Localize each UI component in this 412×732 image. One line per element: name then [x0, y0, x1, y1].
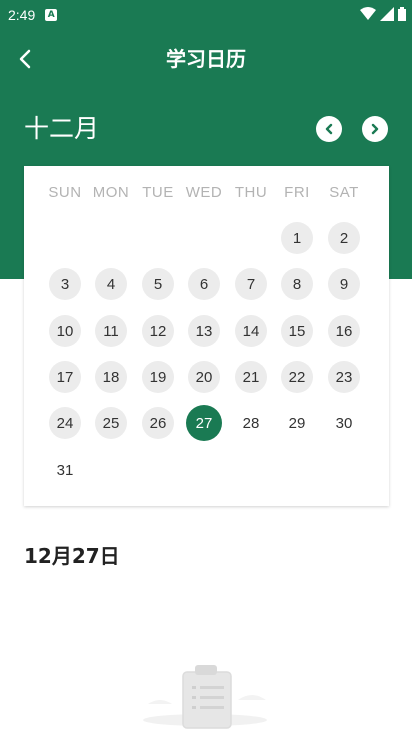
calendar-day[interactable]: 13	[188, 315, 220, 347]
status-time: 2:49	[8, 7, 36, 23]
calendar-day[interactable]: 3	[49, 268, 81, 300]
clipboard-icon	[143, 665, 267, 729]
weekday-wed: WED	[185, 184, 223, 201]
calendar-day[interactable]: 16	[328, 315, 360, 347]
selected-date-label: 12月27日	[24, 544, 120, 568]
prev-month-button[interactable]	[316, 116, 342, 142]
calendar-day-selected[interactable]: 27	[186, 405, 222, 441]
calendar-day[interactable]: 17	[49, 361, 81, 393]
weekday-header: SUN MON TUE WED THU FRI SAT	[24, 184, 389, 208]
next-month-button[interactable]	[362, 116, 388, 142]
chevron-right-icon	[371, 123, 379, 135]
battery-icon	[398, 7, 406, 21]
calendar-day[interactable]: 15	[281, 315, 313, 347]
weekday-sat: SAT	[329, 184, 359, 201]
month-label: 十二月	[24, 114, 100, 143]
calendar-day[interactable]: 11	[95, 315, 127, 347]
calendar-day[interactable]: 21	[235, 361, 267, 393]
weekday-tue: TUE	[142, 184, 174, 201]
wifi-icon	[360, 7, 376, 20]
calendar-day[interactable]: 30	[328, 407, 360, 439]
calendar-day[interactable]: 10	[49, 315, 81, 347]
calendar-day[interactable]: 12	[142, 315, 174, 347]
calendar-day[interactable]: 20	[188, 361, 220, 393]
calendar-day[interactable]: 26	[142, 407, 174, 439]
chevron-left-icon	[325, 123, 333, 135]
calendar-day[interactable]: 9	[328, 268, 360, 300]
calendar-day[interactable]: 6	[188, 268, 220, 300]
calendar-day[interactable]: 22	[281, 361, 313, 393]
calendar-day[interactable]: 18	[95, 361, 127, 393]
page-title: 学习日历	[166, 47, 246, 71]
calendar-day[interactable]: 31	[49, 454, 81, 486]
calendar-day[interactable]: 8	[281, 268, 313, 300]
calendar-day[interactable]: 19	[142, 361, 174, 393]
calendar-day[interactable]: 14	[235, 315, 267, 347]
calendar-day[interactable]: 4	[95, 268, 127, 300]
notification-icon: A	[45, 9, 58, 21]
signal-icon	[380, 7, 394, 21]
calendar-day[interactable]: 2	[328, 222, 360, 254]
status-bar: 2:49 A	[0, 0, 412, 30]
weekday-mon: MON	[92, 184, 130, 201]
calendar-day[interactable]: 25	[95, 407, 127, 439]
calendar-day[interactable]: 23	[328, 361, 360, 393]
calendar-day[interactable]: 29	[281, 407, 313, 439]
calendar-day[interactable]: 24	[49, 407, 81, 439]
weekday-fri: FRI	[284, 184, 310, 201]
calendar-day[interactable]: 5	[142, 268, 174, 300]
calendar-day[interactable]: 1	[281, 222, 313, 254]
calendar-card: SUN MON TUE WED THU FRI SAT 1 2 3 4 5 6 7 8 9 10 1…	[24, 166, 389, 506]
weekday-thu: THU	[234, 184, 268, 201]
status-icons	[360, 7, 406, 21]
calendar-day[interactable]: 7	[235, 268, 267, 300]
calendar-day[interactable]: 28	[235, 407, 267, 439]
weekday-sun: SUN	[48, 184, 82, 201]
